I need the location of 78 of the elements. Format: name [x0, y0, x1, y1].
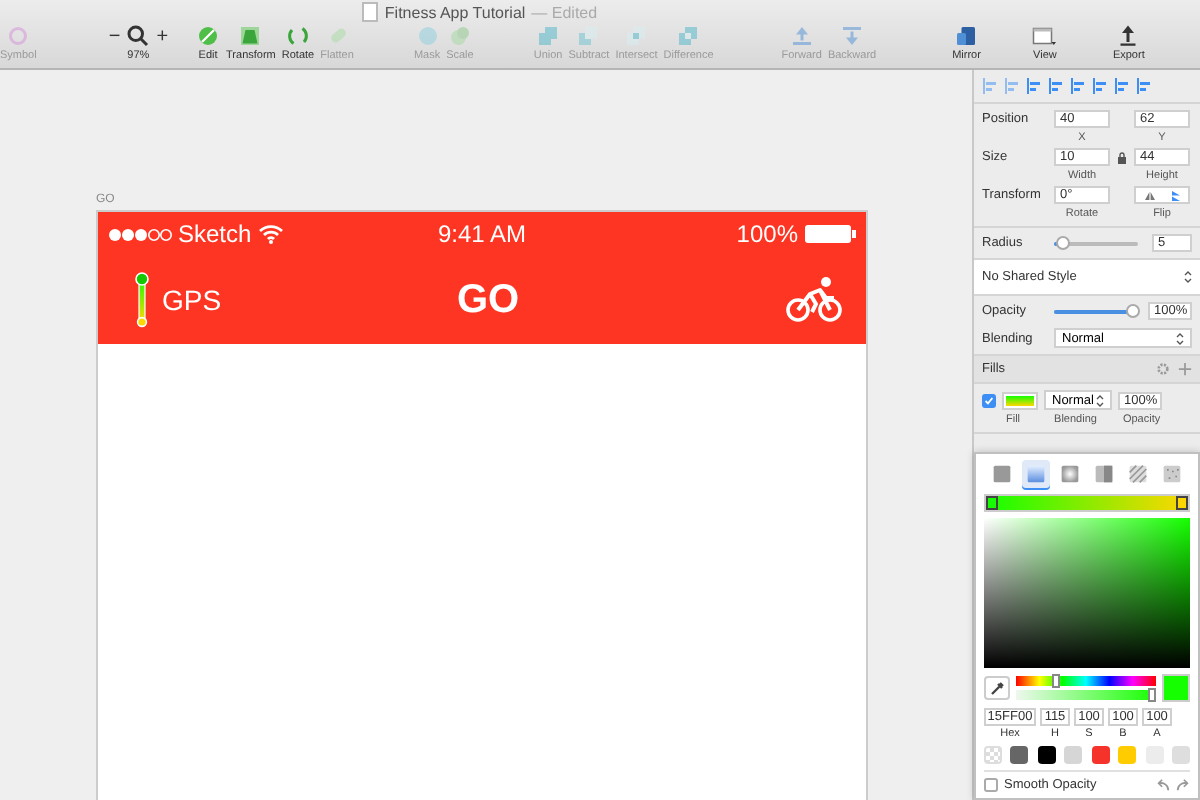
window-icon [1032, 24, 1057, 48]
undo-icon[interactable] [1156, 778, 1170, 792]
slider-thumb[interactable] [1056, 235, 1071, 249]
gps-label: GPS [162, 284, 222, 316]
gradient-bar[interactable] [984, 494, 1190, 512]
preset-swatch[interactable] [1064, 746, 1083, 764]
align-icon[interactable] [1070, 78, 1086, 94]
flip-vertical-icon[interactable] [1169, 189, 1181, 201]
transparent-swatch[interactable] [984, 746, 1002, 764]
preset-swatch[interactable] [1037, 746, 1056, 764]
slider-thumb[interactable] [1126, 303, 1140, 317]
fill-swatch[interactable] [1002, 391, 1038, 409]
fill-checkbox[interactable] [982, 393, 996, 407]
color-swatch [1162, 674, 1190, 702]
alpha-slider-thumb[interactable] [1148, 688, 1156, 702]
squares-icon [536, 24, 561, 48]
arrow-up-icon [789, 24, 814, 48]
squares-icon [624, 24, 649, 48]
selected-layer-drawing [134, 272, 150, 328]
carrier-name: Sketch [178, 220, 252, 248]
align-icon[interactable] [982, 78, 998, 94]
export-icon [1116, 24, 1141, 48]
alpha-slider[interactable] [1016, 690, 1156, 700]
align-icon[interactable] [1092, 78, 1108, 94]
flip-control[interactable] [1134, 186, 1190, 204]
align-icon[interactable] [1136, 78, 1152, 94]
flip-horizontal-icon[interactable] [1143, 189, 1155, 201]
add-icon[interactable] [1178, 362, 1192, 376]
rotate-icon [286, 24, 310, 48]
redo-icon[interactable] [1176, 778, 1190, 792]
hue-slider-thumb[interactable] [1052, 674, 1061, 688]
zoom-out-button[interactable]: − [108, 25, 121, 47]
angular-gradient-icon [1094, 464, 1115, 484]
device-icon [954, 24, 979, 48]
preset-swatch[interactable] [1010, 746, 1029, 764]
fill-type-tab[interactable] [1124, 460, 1153, 488]
wifi-icon [257, 224, 284, 244]
zoom-in-button[interactable]: + [156, 25, 169, 47]
signal-icon [108, 227, 172, 241]
battery-icon [804, 224, 856, 244]
align-icon[interactable] [1048, 78, 1064, 94]
trapezoid-icon [238, 24, 263, 48]
align-icon[interactable] [1004, 78, 1020, 94]
align-icon[interactable] [1026, 78, 1042, 94]
eyedropper-button[interactable] [984, 676, 1010, 700]
eyedropper-icon [989, 680, 1005, 696]
search-icon [126, 24, 151, 48]
fill-type-tab[interactable] [1021, 460, 1050, 488]
chevrons-icon [1184, 270, 1192, 284]
preset-swatch[interactable] [1118, 746, 1137, 764]
pattern-fill-icon [1128, 464, 1149, 484]
color-square[interactable] [984, 518, 1190, 668]
squares-icon [676, 24, 701, 48]
circles-icon [447, 24, 472, 48]
arrow-down-icon [840, 24, 865, 48]
circle-icon [6, 24, 31, 48]
screen-title: GO [456, 277, 520, 323]
linear-gradient-icon [1025, 464, 1046, 484]
settings-icon[interactable] [1156, 362, 1170, 376]
solid-fill-icon [991, 464, 1012, 484]
preset-swatch[interactable] [1171, 746, 1190, 764]
circle-icon [415, 24, 439, 48]
edited-status: — Edited [531, 3, 598, 21]
noise-fill-icon [1162, 464, 1183, 484]
squares-icon [576, 24, 601, 48]
cyclist-icon [786, 276, 842, 324]
pencil-icon [196, 24, 221, 48]
hue-slider[interactable] [1016, 676, 1156, 686]
chevrons-icon [1096, 393, 1104, 407]
align-icon[interactable] [1114, 78, 1130, 94]
smooth-opacity-checkbox[interactable] [984, 778, 998, 792]
battery-percent: 100% [736, 220, 798, 248]
chevrons-icon [1176, 331, 1184, 345]
preset-swatch[interactable] [1091, 746, 1110, 764]
radial-gradient-icon [1059, 464, 1080, 484]
clock-time: 9:41 AM [437, 220, 527, 248]
window-title: Fitness App Tutorial [384, 3, 526, 21]
lock-icon[interactable] [1116, 151, 1128, 163]
